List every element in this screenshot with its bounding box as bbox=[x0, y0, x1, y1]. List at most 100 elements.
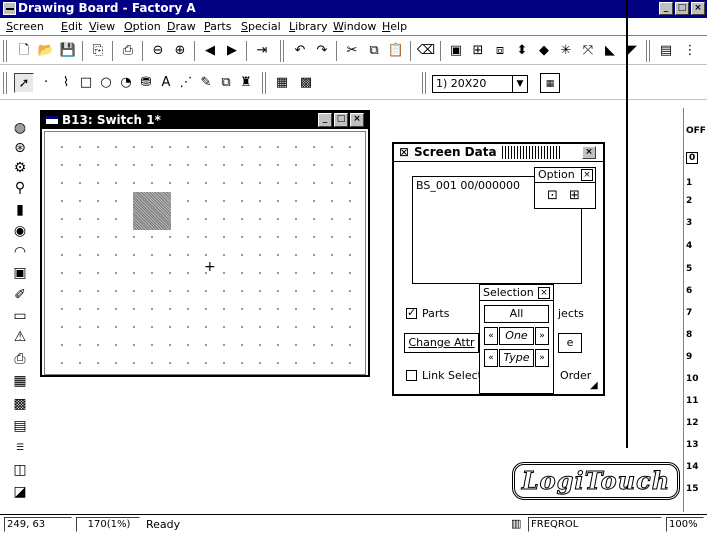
delete-icon[interactable]: ⌫ bbox=[416, 41, 436, 61]
panel-item[interactable]: 15 bbox=[686, 484, 699, 494]
rectangle-icon[interactable]: □ bbox=[76, 73, 96, 93]
panel-item[interactable]: 12 bbox=[686, 418, 699, 428]
circle-icon[interactable]: ○ bbox=[96, 73, 116, 93]
printer-icon[interactable]: ⎙ bbox=[10, 349, 30, 369]
screen-editor-window[interactable]: B13: Switch 1* _ □ × + bbox=[40, 110, 370, 377]
selection-close-button[interactable]: × bbox=[538, 287, 550, 299]
menu-parts[interactable]: Parts bbox=[204, 20, 231, 33]
bar-graph-icon[interactable]: ▮ bbox=[10, 200, 30, 220]
panel-item[interactable]: 8 bbox=[686, 330, 692, 340]
one-prev-button[interactable]: « bbox=[484, 327, 498, 345]
panel-item[interactable]: 2 bbox=[686, 196, 692, 206]
redo-icon[interactable]: ↷ bbox=[312, 41, 332, 61]
lamp-icon[interactable]: ◍ bbox=[10, 118, 30, 138]
menu-special[interactable]: Special bbox=[241, 20, 281, 33]
panel-item[interactable]: 0 bbox=[686, 152, 699, 164]
stamp-icon[interactable]: ♜ bbox=[236, 73, 256, 93]
list-item[interactable]: BS_001 00/000000 bbox=[416, 179, 520, 192]
text-icon[interactable]: A bbox=[156, 73, 176, 93]
panel-item[interactable]: 10 bbox=[686, 374, 699, 384]
more-icon[interactable]: ⋮ bbox=[680, 41, 700, 61]
id-display-icon[interactable]: ⊡ bbox=[547, 188, 558, 203]
step-back-icon[interactable]: ◤ bbox=[622, 41, 642, 61]
prev-icon[interactable]: ◀ bbox=[200, 41, 220, 61]
panel-item[interactable]: 6 bbox=[686, 286, 692, 296]
screen-data-close-button[interactable]: × bbox=[582, 146, 596, 159]
menu-edit[interactable]: Edit bbox=[61, 20, 82, 33]
move-front-icon[interactable]: ⧈ bbox=[490, 41, 510, 61]
align-icon[interactable]: ◆ bbox=[534, 41, 554, 61]
new-icon[interactable]: 🗋 bbox=[14, 41, 34, 61]
menu-library[interactable]: Library bbox=[289, 20, 327, 33]
jump-icon[interactable]: ⇥ bbox=[252, 41, 272, 61]
meter-icon[interactable]: ◠ bbox=[10, 242, 30, 262]
address-display-icon[interactable]: ⊞ bbox=[569, 188, 580, 203]
option-popup[interactable]: Option × ⊡ ⊞ bbox=[534, 167, 596, 209]
order-button[interactable]: e bbox=[558, 333, 582, 353]
one-next-button[interactable]: » bbox=[535, 327, 549, 345]
keypad-icon[interactable]: ✐ bbox=[10, 285, 30, 305]
select-all-button[interactable]: All bbox=[484, 305, 549, 323]
panel-item[interactable]: 4 bbox=[686, 241, 692, 251]
type-next-button[interactable]: » bbox=[535, 349, 549, 367]
polyline-icon[interactable]: ⌇ bbox=[56, 73, 76, 93]
maximize-button[interactable]: □ bbox=[675, 2, 689, 15]
drawing-canvas[interactable]: + bbox=[44, 131, 366, 375]
grid-select[interactable]: 1) 20X20 ▼ bbox=[432, 75, 528, 93]
menu-screen[interactable]: Screen bbox=[6, 20, 44, 33]
group-icon[interactable]: ▣ bbox=[446, 41, 466, 61]
panel-item[interactable]: 11 bbox=[686, 396, 699, 406]
panel-item[interactable]: 1 bbox=[686, 178, 692, 188]
tag-icon[interactable]: ◪ bbox=[10, 482, 30, 502]
gear-icon[interactable]: ⚙ bbox=[10, 158, 30, 178]
save-icon[interactable]: 💾 bbox=[58, 41, 78, 61]
copy-icon[interactable]: ⧉ bbox=[364, 41, 384, 61]
monitor-icon[interactable]: ◫ bbox=[10, 460, 30, 480]
toolbar-grip[interactable] bbox=[3, 40, 7, 62]
link-select-checkbox[interactable] bbox=[406, 370, 417, 381]
library2-icon[interactable]: ▩ bbox=[296, 73, 316, 93]
pen-icon[interactable]: ✎ bbox=[196, 73, 216, 93]
option-close-button[interactable]: × bbox=[581, 169, 593, 181]
arc-icon[interactable]: ◔ bbox=[116, 73, 136, 93]
library-icon[interactable]: ▦ bbox=[272, 73, 292, 93]
panel-item[interactable]: 9 bbox=[686, 352, 692, 362]
child-maximize-button[interactable]: □ bbox=[334, 113, 348, 127]
menu-window[interactable]: Window bbox=[333, 20, 376, 33]
date-icon[interactable]: ☰ bbox=[10, 438, 30, 458]
screen-data-title-bar[interactable]: ⊠ Screen Data × bbox=[394, 144, 603, 162]
switch-part[interactable] bbox=[133, 192, 171, 230]
rotate-icon[interactable]: ⤧ bbox=[578, 41, 598, 61]
trend-icon[interactable]: ▣ bbox=[10, 263, 30, 283]
text-display-icon[interactable]: ▤ bbox=[10, 416, 30, 436]
zoom-in-icon[interactable]: ⊕ bbox=[170, 41, 190, 61]
panel-item[interactable]: 5 bbox=[686, 264, 692, 274]
switch-icon[interactable]: ⊛ bbox=[10, 138, 30, 158]
close-button[interactable]: × bbox=[691, 2, 705, 15]
child-title-bar[interactable]: B13: Switch 1* _ □ × bbox=[42, 112, 368, 129]
child-minimize-button[interactable]: _ bbox=[318, 113, 332, 127]
minimize-button[interactable]: _ bbox=[659, 2, 673, 15]
select-type-button[interactable]: Type bbox=[499, 349, 534, 367]
display-icon[interactable]: ▭ bbox=[10, 306, 30, 326]
undo-icon[interactable]: ↶ bbox=[290, 41, 310, 61]
panel-item[interactable]: 7 bbox=[686, 308, 692, 318]
zoom-out-icon[interactable]: ⊖ bbox=[148, 41, 168, 61]
selection-popup[interactable]: Selection × All « One » « Type » bbox=[479, 284, 554, 394]
child-close-button[interactable]: × bbox=[350, 113, 364, 127]
flip-icon[interactable]: ✳ bbox=[556, 41, 576, 61]
grid-toggle-icon[interactable]: ▦ bbox=[540, 73, 560, 93]
chevron-down-icon[interactable]: ▼ bbox=[512, 76, 527, 92]
print-icon[interactable]: ⎙ bbox=[118, 41, 138, 61]
fill-icon[interactable]: ⛃ bbox=[136, 73, 156, 93]
screen-icon[interactable]: ⎘ bbox=[88, 41, 108, 61]
select-icon[interactable]: ➚ bbox=[14, 73, 34, 93]
menu-view[interactable]: View bbox=[89, 20, 115, 33]
menu-help[interactable]: Help bbox=[382, 20, 407, 33]
parts-checkbox[interactable]: ✓ bbox=[406, 306, 417, 319]
type-prev-button[interactable]: « bbox=[484, 349, 498, 367]
panel-item[interactable]: 14 bbox=[686, 462, 699, 472]
parts-icon[interactable]: ▤ bbox=[656, 41, 676, 61]
open-icon[interactable]: 📂 bbox=[36, 41, 56, 61]
paste-icon[interactable]: 📋 bbox=[386, 41, 406, 61]
